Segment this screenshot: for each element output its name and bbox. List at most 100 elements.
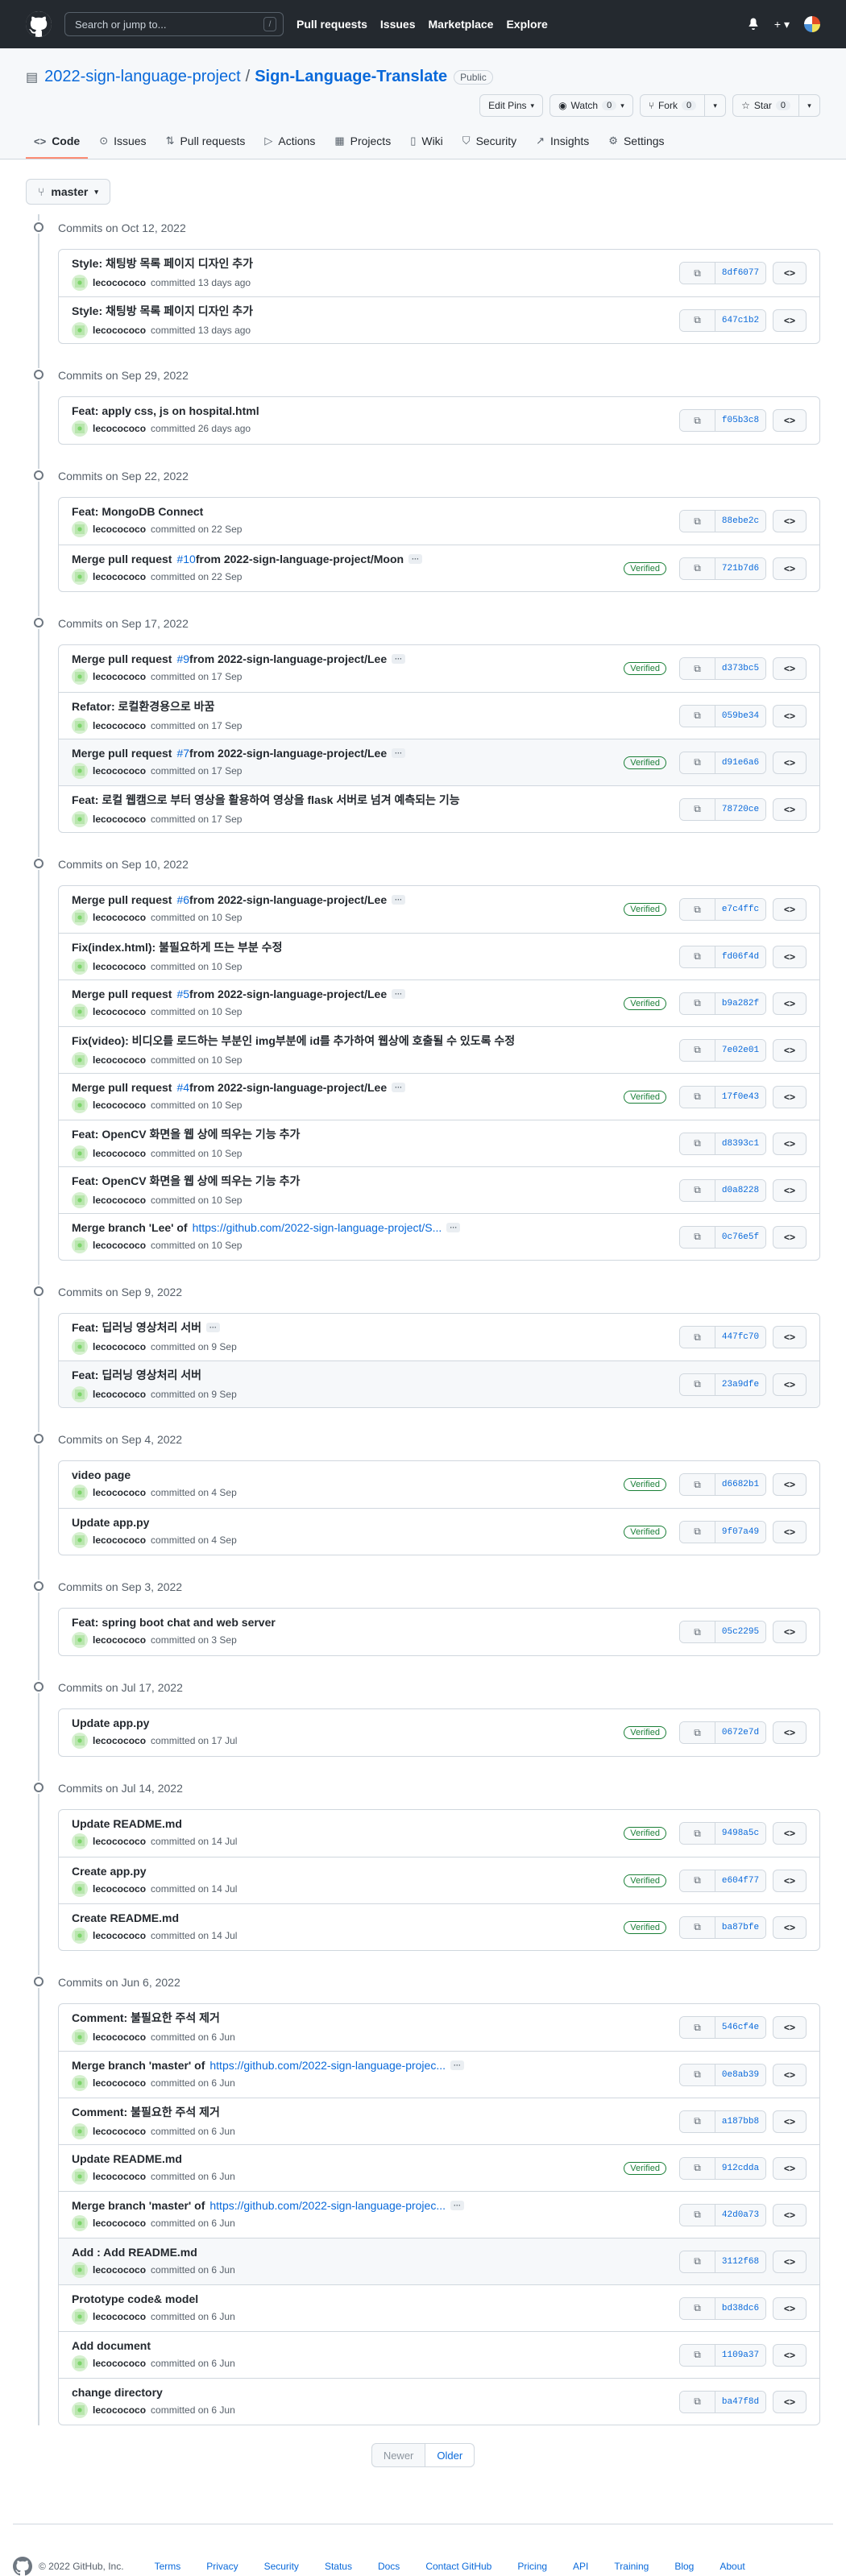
commit-sha-link[interactable]: 721b7d6 — [715, 557, 765, 579]
copy-icon[interactable]: ⧉ — [680, 1133, 715, 1154]
verified-badge[interactable]: Verified — [624, 903, 666, 916]
copy-icon[interactable]: ⧉ — [680, 2064, 715, 2085]
browse-code-icon[interactable]: <> — [773, 704, 807, 727]
copy-icon[interactable]: ⧉ — [680, 2297, 715, 2319]
commit-message-text[interactable]: Style: 채팅방 목록 페이지 디자인 추가 — [72, 303, 253, 319]
commit-message[interactable]: Merge pull request #4 from 2022-sign-lan… — [72, 1081, 624, 1094]
browse-code-icon[interactable]: <> — [773, 797, 807, 821]
copy-icon[interactable]: ⧉ — [680, 1722, 715, 1743]
browse-code-icon[interactable]: <> — [773, 1520, 807, 1543]
commit-message[interactable]: Merge branch 'Lee' of https://github.com… — [72, 1221, 679, 1234]
author-name[interactable]: lecocococo — [93, 1240, 146, 1251]
browse-code-icon[interactable]: <> — [773, 1721, 807, 1744]
copy-icon[interactable]: ⧉ — [680, 1179, 715, 1201]
commit-message-link[interactable]: https://github.com/2022-sign-language-pr… — [209, 2199, 446, 2212]
commit-message[interactable]: Style: 채팅방 목록 페이지 디자인 추가 — [72, 255, 679, 271]
expand-message-button[interactable]: ··· — [446, 1222, 461, 1232]
commit-message-text[interactable]: Merge pull request — [72, 1081, 172, 1094]
footer-link-about[interactable]: About — [720, 2561, 744, 2572]
verified-badge[interactable]: Verified — [624, 1090, 666, 1104]
commit-message[interactable]: Add document — [72, 2339, 679, 2352]
author-name[interactable]: lecocococo — [93, 2264, 146, 2276]
commit-message[interactable]: Comment: 불필요한 주석 제거 — [72, 2010, 679, 2026]
expand-message-button[interactable]: ··· — [392, 654, 406, 664]
tab-insights[interactable]: ↗ Insights — [528, 128, 597, 159]
commit-message-text[interactable]: Merge pull request — [72, 893, 172, 906]
author-name[interactable]: lecocococo — [93, 2218, 146, 2229]
commit-message-text[interactable]: Add : Add README.md — [72, 2246, 197, 2259]
commit-sha-link[interactable]: d91e6a6 — [715, 752, 765, 773]
verified-badge[interactable]: Verified — [624, 1920, 666, 1934]
repo-name-link[interactable]: Sign-Language-Translate — [255, 68, 447, 86]
copy-icon[interactable]: ⧉ — [680, 2157, 715, 2179]
author-avatar[interactable] — [72, 2074, 88, 2091]
commit-message-text[interactable]: video page — [72, 1468, 131, 1481]
author-avatar[interactable] — [72, 2401, 88, 2418]
verified-badge[interactable]: Verified — [624, 1726, 666, 1739]
commit-message-text[interactable]: Feat: spring boot chat and web server — [72, 1616, 276, 1629]
commit-message-text[interactable]: Feat: MongoDB Connect — [72, 505, 203, 518]
author-avatar[interactable] — [72, 2354, 88, 2371]
footer-link-pricing[interactable]: Pricing — [517, 2561, 547, 2572]
copy-icon[interactable]: ⧉ — [680, 1870, 715, 1891]
edit-pins-button[interactable]: Edit Pins ▾ — [479, 94, 544, 117]
commit-message-text[interactable]: Feat: OpenCV 화면을 웹 상에 띄우는 기능 추가 — [72, 1126, 300, 1142]
copy-icon[interactable]: ⧉ — [680, 511, 715, 532]
author-avatar[interactable] — [72, 1191, 88, 1208]
commit-message-text-2[interactable]: from 2022-sign-language-project/Moon — [196, 553, 404, 565]
author-avatar[interactable] — [72, 1485, 88, 1501]
commit-sha-link[interactable]: 647c1b2 — [715, 309, 765, 331]
browse-code-icon[interactable]: <> — [773, 2390, 807, 2413]
browse-code-icon[interactable]: <> — [773, 2203, 807, 2226]
user-avatar[interactable] — [804, 16, 820, 32]
author-avatar[interactable] — [72, 1880, 88, 1897]
commit-message-text-2[interactable]: from 2022-sign-language-project/Lee — [189, 652, 387, 665]
tab-wiki[interactable]: ▯ Wiki — [402, 128, 451, 159]
browse-code-icon[interactable]: <> — [773, 1373, 807, 1396]
commit-message-link[interactable]: #7 — [176, 747, 189, 760]
commit-message[interactable]: change directory — [72, 2386, 679, 2399]
author-name[interactable]: lecocococo — [93, 1148, 146, 1159]
commit-sha-link[interactable]: bd38dc6 — [715, 2297, 765, 2319]
commit-sha-link[interactable]: 3112f68 — [715, 2251, 765, 2272]
author-name[interactable]: lecocococo — [93, 671, 146, 682]
author-avatar[interactable] — [72, 958, 88, 975]
commit-message-text[interactable]: Merge branch 'Lee' of — [72, 1221, 188, 1234]
author-avatar[interactable] — [72, 909, 88, 926]
commit-sha-link[interactable]: 23a9dfe — [715, 1373, 765, 1395]
nav-issues[interactable]: Issues — [380, 18, 416, 31]
commit-message-text[interactable]: Feat: 로컬 웹캠으로 부터 영상을 활용하여 영상을 flask 서버로 … — [72, 792, 460, 808]
commit-message[interactable]: Feat: 딥러닝 영상처리 서버 ··· — [72, 1319, 679, 1336]
commit-message-text[interactable]: Fix(index.html): 불필요하게 뜨는 부분 수정 — [72, 939, 282, 955]
commit-message-text[interactable]: Create app.py — [72, 1865, 147, 1878]
browse-code-icon[interactable]: <> — [773, 1225, 807, 1249]
commit-sha-link[interactable]: 7e02e01 — [715, 1039, 765, 1061]
commit-message[interactable]: Feat: spring boot chat and web server — [72, 1616, 679, 1629]
commit-message[interactable]: Feat: 딥러닝 영상처리 서버 — [72, 1367, 679, 1383]
copy-icon[interactable]: ⧉ — [680, 1226, 715, 1248]
commit-message[interactable]: Merge branch 'master' of https://github.… — [72, 2199, 679, 2212]
copy-icon[interactable]: ⧉ — [680, 899, 715, 920]
nav-marketplace[interactable]: Marketplace — [429, 18, 494, 31]
tab-security[interactable]: ⛉ Security — [454, 128, 525, 159]
author-name[interactable]: lecocococo — [93, 1389, 146, 1400]
commit-message-text[interactable]: Comment: 불필요한 주석 제거 — [72, 2010, 220, 2026]
commit-message[interactable]: Feat: OpenCV 화면을 웹 상에 띄우는 기능 추가 — [72, 1173, 679, 1189]
author-name[interactable]: lecocococo — [93, 571, 146, 582]
commit-message-text[interactable]: Style: 채팅방 목록 페이지 디자인 추가 — [72, 255, 253, 271]
copy-icon[interactable]: ⧉ — [680, 1916, 715, 1938]
author-name[interactable]: lecocococo — [93, 2311, 146, 2322]
commit-message-text[interactable]: Feat: 딥러닝 영상처리 서버 — [72, 1367, 201, 1383]
commit-sha-link[interactable]: a187bb8 — [715, 2110, 765, 2132]
author-name[interactable]: lecocococo — [93, 1100, 146, 1111]
author-avatar[interactable] — [72, 1096, 88, 1113]
verified-badge[interactable]: Verified — [624, 1478, 666, 1491]
browse-code-icon[interactable]: <> — [773, 557, 807, 580]
commit-message[interactable]: Add : Add README.md — [72, 2246, 679, 2259]
author-avatar[interactable] — [72, 1927, 88, 1944]
commit-message[interactable]: Merge pull request #6 from 2022-sign-lan… — [72, 893, 624, 906]
commit-message-text[interactable]: Comment: 불필요한 주석 제거 — [72, 2104, 220, 2120]
author-name[interactable]: lecocococo — [93, 765, 146, 777]
verified-badge[interactable]: Verified — [624, 561, 666, 575]
footer-link-security[interactable]: Security — [264, 2561, 299, 2572]
